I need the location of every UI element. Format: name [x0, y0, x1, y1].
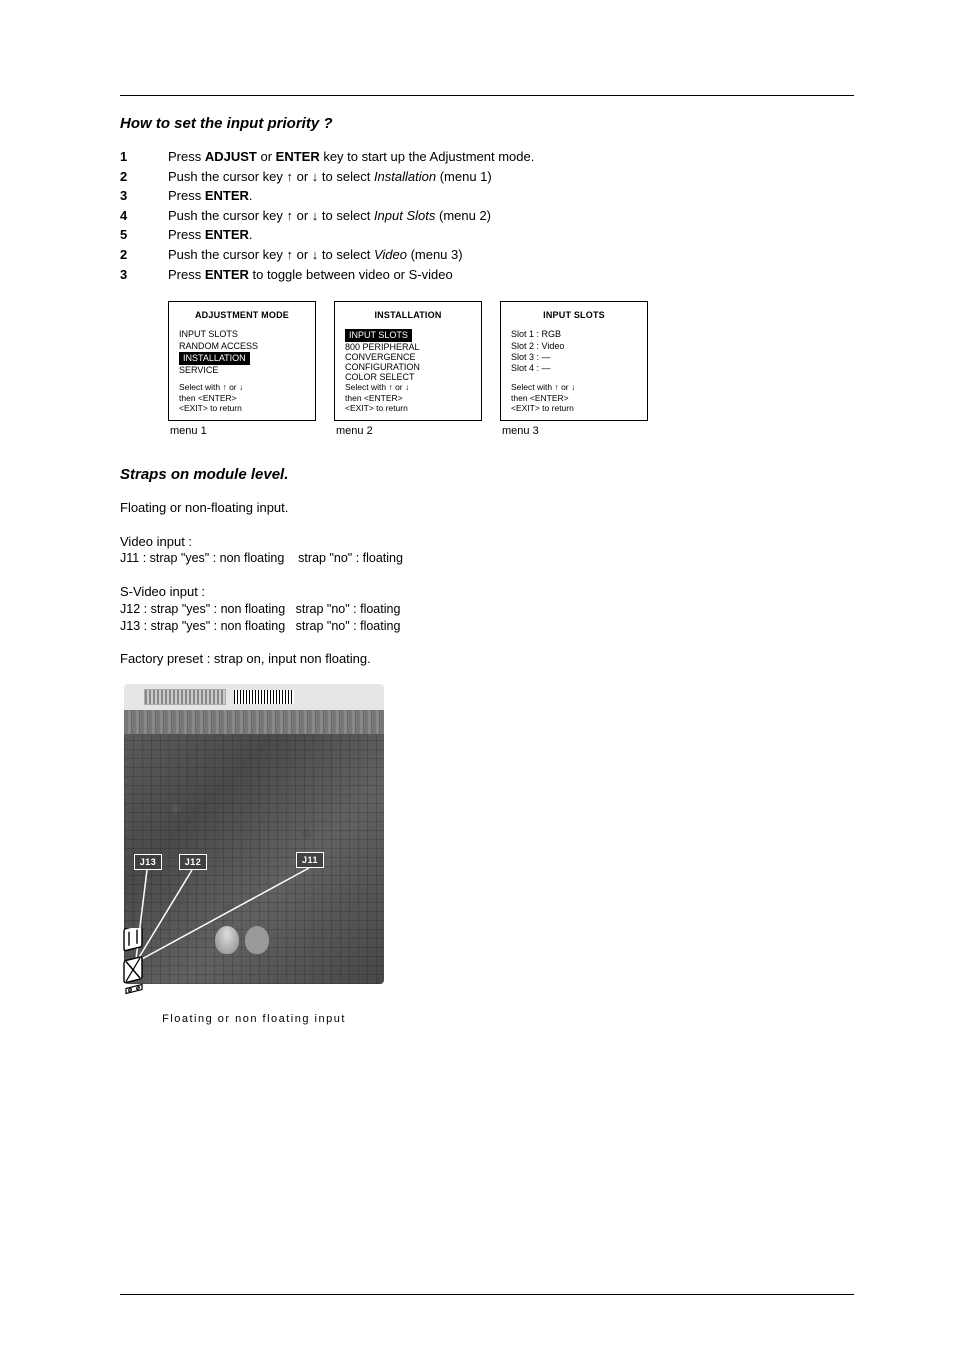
svideo-line1: J12 : strap "yes" : non floating strap "…: [120, 601, 854, 618]
step-number: 5: [120, 226, 168, 246]
step-number: 2: [120, 246, 168, 266]
menu2-title: INSTALLATION: [345, 310, 471, 321]
jumper-j13-label: J13: [134, 854, 162, 870]
menu2-line: COLOR SELECT: [345, 372, 471, 382]
pcb-label-icon: [144, 689, 226, 705]
menu3-title: INPUT SLOTS: [511, 310, 637, 321]
menu-diagrams: ADJUSTMENT MODE INPUT SLOTS RANDOM ACCES…: [168, 301, 854, 439]
menu1-footer: Select with ↑ or ↓ then <ENTER> <EXIT> t…: [179, 382, 305, 414]
menu1-line: SERVICE: [179, 365, 305, 376]
step-text: Press ENTER to toggle between video or S…: [168, 266, 534, 286]
step-text: Press ADJUST or ENTER key to start up th…: [168, 148, 534, 168]
menu3-line: Slot 4 : —: [511, 363, 637, 374]
menu2-line: CONVERGENCE: [345, 352, 471, 362]
capacitor-icon: [215, 926, 239, 954]
step-row: 4 Push the cursor key ↑ or ↓ to select I…: [120, 207, 534, 227]
menu3-line: Slot 3 : —: [511, 352, 637, 363]
menu2-line: 800 PERIPHERAL: [345, 342, 471, 352]
menu3-box: INPUT SLOTS Slot 1 : RGB Slot 2 : Video …: [500, 301, 648, 421]
step-row: 2 Push the cursor key ↑ or ↓ to select I…: [120, 168, 534, 188]
step-text: Push the cursor key ↑ or ↓ to select Vid…: [168, 246, 534, 266]
jumper-diagram-icon: [120, 928, 156, 998]
menu2-box: INSTALLATION INPUT SLOTS 800 PERIPHERAL …: [334, 301, 482, 421]
pcb-caption: Floating or non floating input: [124, 1012, 384, 1027]
svideo-head: S-Video input :: [120, 583, 854, 601]
pcb-body: [124, 734, 384, 984]
menu3-footer: Select with ↑ or ↓ then <ENTER> <EXIT> t…: [511, 382, 637, 414]
menu1-line: INPUT SLOTS: [179, 329, 305, 340]
menu3-line: Slot 2 : Video: [511, 341, 637, 352]
step-row: 3 Press ENTER to toggle between video or…: [120, 266, 534, 286]
barcode-icon: [234, 690, 294, 704]
menu3-wrap: INPUT SLOTS Slot 1 : RGB Slot 2 : Video …: [500, 301, 648, 439]
menu1-title: ADJUSTMENT MODE: [179, 310, 305, 321]
menu1-box: ADJUSTMENT MODE INPUT SLOTS RANDOM ACCES…: [168, 301, 316, 421]
menu1-line: RANDOM ACCESS: [179, 341, 305, 352]
section-title-straps: Straps on module level.: [120, 465, 854, 485]
svideo-line2: J13 : strap "yes" : non floating strap "…: [120, 618, 854, 635]
pcb-image: J13 J12 J11: [124, 684, 384, 984]
bottom-rule: [120, 1294, 854, 1295]
menu1-wrap: ADJUSTMENT MODE INPUT SLOTS RANDOM ACCES…: [168, 301, 316, 439]
pcb-figure: J13 J12 J11: [124, 684, 384, 1027]
menu2-wrap: INSTALLATION INPUT SLOTS 800 PERIPHERAL …: [334, 301, 482, 439]
jumper-j11-label: J11: [296, 852, 324, 868]
video-head: Video input :: [120, 533, 854, 551]
step-row: 1 Press ADJUST or ENTER key to start up …: [120, 148, 534, 168]
pcb-edge-connector: [124, 710, 384, 734]
step-row: 3 Press ENTER.: [120, 187, 534, 207]
menu2-highlight: INPUT SLOTS: [345, 329, 412, 341]
top-rule: [120, 95, 854, 96]
step-row: 2 Push the cursor key ↑ or ↓ to select V…: [120, 246, 534, 266]
step-number: 1: [120, 148, 168, 168]
step-text: Press ENTER.: [168, 226, 534, 246]
jumper-j12-label: J12: [179, 854, 207, 870]
step-text: Press ENTER.: [168, 187, 534, 207]
factory-preset: Factory preset : strap on, input non flo…: [120, 650, 854, 668]
steps-list: 1 Press ADJUST or ENTER key to start up …: [120, 148, 534, 285]
step-text: Push the cursor key ↑ or ↓ to select Inp…: [168, 207, 534, 227]
menu2-line: CONFIGURATION: [345, 362, 471, 372]
menu3-line: Slot 1 : RGB: [511, 329, 637, 340]
video-line: J11 : strap "yes" : non floating strap "…: [120, 550, 854, 567]
step-text: Push the cursor key ↑ or ↓ to select Ins…: [168, 168, 534, 188]
menu2-footer: Select with ↑ or ↓ then <ENTER> <EXIT> t…: [345, 382, 471, 414]
svideo-input-block: S-Video input : J12 : strap "yes" : non …: [120, 583, 854, 634]
menu1-label: menu 1: [168, 424, 316, 439]
step-number: 3: [120, 266, 168, 286]
step-number: 4: [120, 207, 168, 227]
menu2-label: menu 2: [334, 424, 482, 439]
menu3-label: menu 3: [500, 424, 648, 439]
step-number: 2: [120, 168, 168, 188]
section-title-priority: How to set the input priority ?: [120, 114, 854, 134]
floating-note: Floating or non-floating input.: [120, 499, 854, 517]
video-input-block: Video input : J11 : strap "yes" : non fl…: [120, 533, 854, 567]
menu1-highlight: INSTALLATION: [179, 352, 250, 365]
step-number: 3: [120, 187, 168, 207]
step-row: 5 Press ENTER.: [120, 226, 534, 246]
